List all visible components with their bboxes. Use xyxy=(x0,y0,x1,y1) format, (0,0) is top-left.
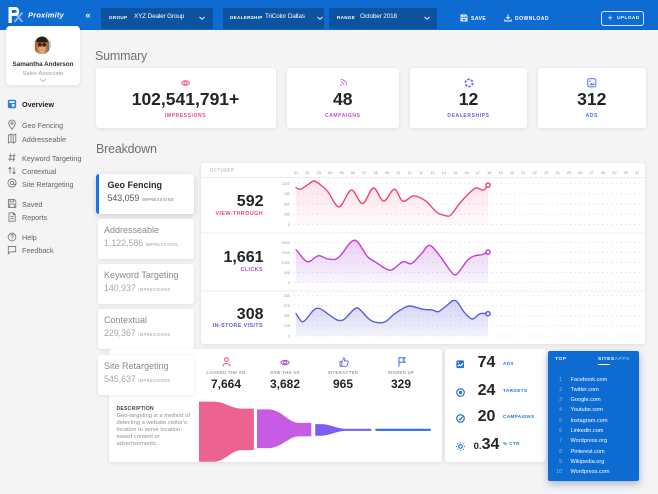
svg-text:250: 250 xyxy=(284,213,290,217)
svg-text:12: 12 xyxy=(419,171,423,175)
svg-text:500: 500 xyxy=(284,294,290,298)
svg-text:21: 21 xyxy=(521,171,525,175)
svg-text:09: 09 xyxy=(385,171,389,175)
svg-text:0: 0 xyxy=(288,334,290,338)
svg-text:14: 14 xyxy=(442,171,446,175)
svg-text:03: 03 xyxy=(317,171,321,175)
svg-text:1000: 1000 xyxy=(282,182,290,186)
svg-text:0: 0 xyxy=(288,281,290,285)
svg-text:13: 13 xyxy=(430,171,434,175)
svg-text:250: 250 xyxy=(284,314,290,318)
svg-text:20: 20 xyxy=(510,171,514,175)
svg-text:19: 19 xyxy=(499,171,503,175)
svg-text:07: 07 xyxy=(362,171,366,175)
svg-text:17: 17 xyxy=(476,171,480,175)
svg-text:28: 28 xyxy=(601,171,605,175)
svg-text:125: 125 xyxy=(284,324,290,328)
svg-text:0: 0 xyxy=(288,223,290,227)
svg-text:OCTOBER: OCTOBER xyxy=(210,168,234,173)
svg-text:30: 30 xyxy=(624,171,628,175)
svg-text:08: 08 xyxy=(373,171,377,175)
svg-text:750: 750 xyxy=(284,192,290,196)
svg-text:500: 500 xyxy=(284,202,290,206)
svg-text:11: 11 xyxy=(408,171,412,175)
svg-text:29: 29 xyxy=(612,171,616,175)
svg-text:06: 06 xyxy=(351,171,355,175)
svg-text:500: 500 xyxy=(284,271,290,275)
svg-text:23: 23 xyxy=(544,171,548,175)
svg-text:25: 25 xyxy=(567,171,571,175)
svg-text:2000: 2000 xyxy=(282,241,290,245)
svg-text:26: 26 xyxy=(578,171,582,175)
svg-text:04: 04 xyxy=(328,171,332,175)
svg-text:10: 10 xyxy=(396,171,400,175)
svg-text:375: 375 xyxy=(284,304,290,308)
svg-text:16: 16 xyxy=(464,171,468,175)
svg-text:1000: 1000 xyxy=(282,261,290,265)
svg-text:22: 22 xyxy=(533,171,537,175)
svg-text:18: 18 xyxy=(487,171,491,175)
svg-text:24: 24 xyxy=(555,171,559,175)
svg-text:05: 05 xyxy=(339,171,343,175)
svg-text:31: 31 xyxy=(635,171,639,175)
svg-text:01: 01 xyxy=(294,171,298,175)
svg-text:27: 27 xyxy=(589,171,593,175)
svg-text:02: 02 xyxy=(305,171,309,175)
svg-text:15: 15 xyxy=(453,171,457,175)
svg-text:1500: 1500 xyxy=(282,251,290,255)
